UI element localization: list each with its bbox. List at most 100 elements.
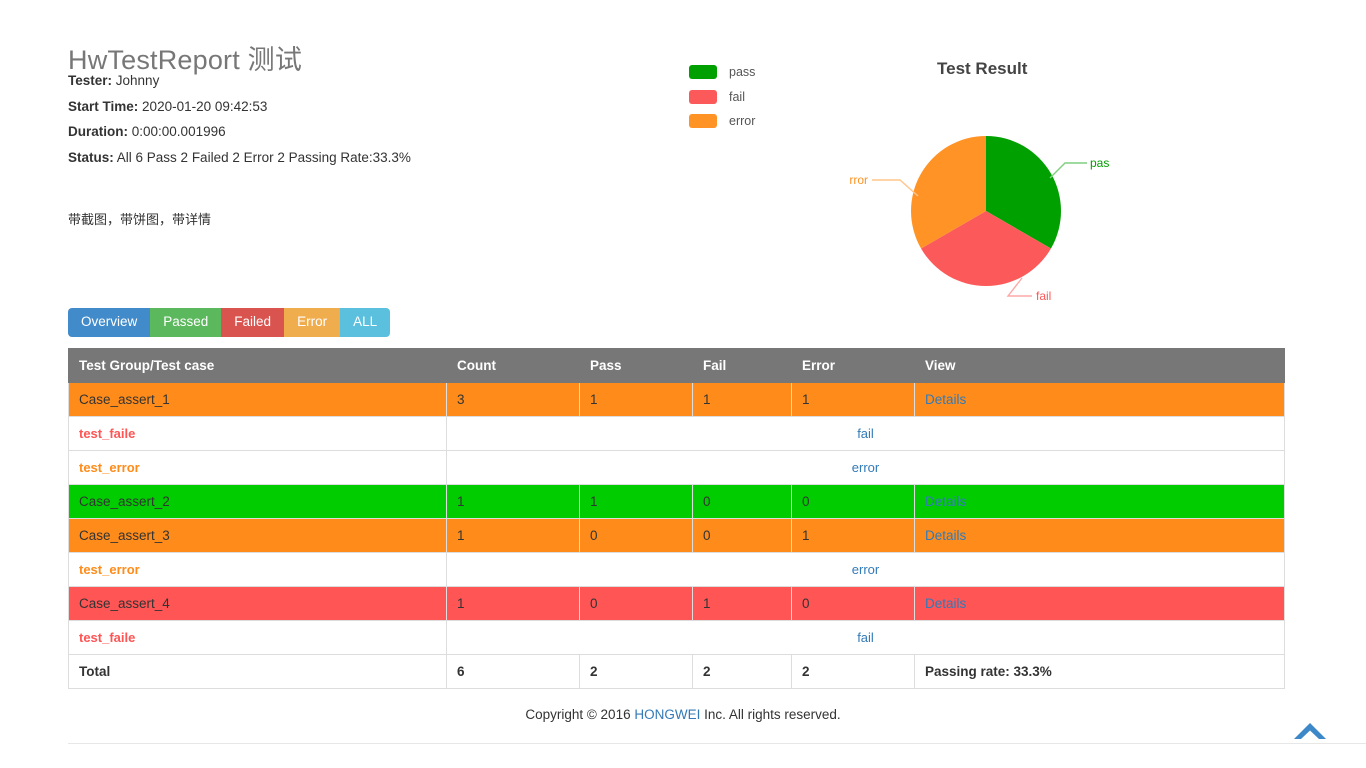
cell-view[interactable]: Details <box>914 382 1285 417</box>
column-header-count: Count <box>446 348 580 383</box>
table-row[interactable]: test_error error <box>68 552 1285 587</box>
cell-subcase-status[interactable]: error <box>446 450 1285 485</box>
meta-start-time-value: 2020-01-20 09:42:53 <box>142 98 268 114</box>
chart-legend: pass fail error <box>689 60 755 134</box>
cell-fail: 1 <box>692 586 792 621</box>
meta-tester-value: Johnny <box>115 73 160 88</box>
tab-overview[interactable]: Overview <box>68 308 151 337</box>
column-header-pass: Pass <box>579 348 693 383</box>
cell-view[interactable]: Details <box>914 586 1285 621</box>
table-total-row: Total 6 2 2 2 Passing rate: 33.3% <box>68 654 1285 689</box>
cell-count: 1 <box>446 518 580 553</box>
legend-label-error: error <box>729 114 756 129</box>
cell-count: 1 <box>446 586 580 621</box>
back-to-top-button[interactable] <box>1293 721 1327 743</box>
tab-error[interactable]: Error <box>284 308 341 337</box>
cell-total-error: 2 <box>791 654 915 689</box>
cell-fail: 1 <box>692 382 792 417</box>
chart-title: Test Result <box>937 59 1028 78</box>
tab-all[interactable]: ALL <box>340 308 391 337</box>
table-row[interactable]: Case_assert_1 3 1 1 1 Details <box>68 382 1285 417</box>
chevron-up-icon[interactable] <box>1293 721 1327 743</box>
cell-error: 0 <box>791 586 915 621</box>
meta-tester-key: Tester: <box>68 73 113 88</box>
cell-count: 1 <box>446 484 580 519</box>
cell-fail: 0 <box>692 518 792 553</box>
pie-label-fail: fail <box>1036 289 1051 303</box>
meta-tester: Tester: Johnny <box>68 68 628 94</box>
legend-item-error: error <box>689 109 755 134</box>
cell-view[interactable]: Details <box>914 518 1285 553</box>
cell-total-pass: 2 <box>579 654 693 689</box>
legend-label-pass: pass <box>729 65 756 80</box>
tab-failed[interactable]: Failed <box>221 308 285 337</box>
legend-swatch-error <box>689 114 717 129</box>
results-table: Test Group/Test case Count Pass Fail Err… <box>68 348 1285 689</box>
legend-item-fail: fail <box>689 85 755 110</box>
table-row[interactable]: Case_assert_2 1 1 0 0 Details <box>68 484 1285 519</box>
cell-subcase-status[interactable]: fail <box>446 416 1285 451</box>
pie-leader-error <box>872 179 919 197</box>
pie-chart: pass fail error <box>850 118 1110 313</box>
table-row[interactable]: test_error error <box>68 450 1285 485</box>
table-row[interactable]: Case_assert_3 1 0 0 1 Details <box>68 518 1285 553</box>
meta-status: Status: All 6 Pass 2 Failed 2 Error 2 Pa… <box>68 145 628 171</box>
results-table-head: Test Group/Test case Count Pass Fail Err… <box>68 348 1285 383</box>
cell-pass: 1 <box>579 382 693 417</box>
results-table-body: Case_assert_1 3 1 1 1 Details test_faile… <box>68 382 1285 689</box>
report-description: 带截图，带饼图，带详情 <box>68 212 212 227</box>
meta-duration-value: 0:00:00.001996 <box>131 124 226 140</box>
cell-total-label: Total <box>68 654 447 689</box>
cell-subcase-name: test_faile <box>68 416 447 451</box>
cell-case-name: Case_assert_2 <box>68 484 447 519</box>
footer-divider <box>68 743 1366 744</box>
pie-label-pass: pass <box>1090 156 1110 170</box>
meta-start-time: Start Time: 2020-01-20 09:42:53 <box>68 94 628 120</box>
cell-total-fail: 2 <box>692 654 792 689</box>
cell-subcase-status[interactable]: error <box>446 552 1285 587</box>
table-row[interactable]: test_faile fail <box>68 416 1285 451</box>
cell-subcase-name: test_error <box>68 450 447 485</box>
legend-swatch-fail <box>689 89 717 104</box>
cell-fail: 0 <box>692 484 792 519</box>
filter-tabs[interactable]: Overview Passed Failed Error ALL <box>68 308 391 337</box>
pie-leader-pass <box>1049 162 1087 179</box>
details-link[interactable]: Details <box>925 392 966 407</box>
cell-error: 1 <box>791 382 915 417</box>
tab-passed[interactable]: Passed <box>150 308 222 337</box>
footer-prefix: Copyright © 2016 <box>525 707 635 722</box>
meta-duration-key: Duration: <box>68 124 128 140</box>
legend-swatch-pass <box>689 65 717 80</box>
cell-total-passing-rate: Passing rate: 33.3% <box>914 654 1285 689</box>
cell-view[interactable]: Details <box>914 484 1285 519</box>
meta-duration: Duration: 0:00:00.001996 <box>68 119 628 145</box>
legend-item-pass: pass <box>689 60 755 85</box>
details-link[interactable]: Details <box>925 528 966 543</box>
footer-suffix: Inc. All rights reserved. <box>700 707 841 722</box>
table-header-row: Test Group/Test case Count Pass Fail Err… <box>68 348 1285 383</box>
cell-pass: 0 <box>579 518 693 553</box>
column-header-testcase: Test Group/Test case <box>68 348 447 383</box>
column-header-error: Error <box>791 348 915 383</box>
column-header-view: View <box>914 348 1285 383</box>
cell-subcase-name: test_error <box>68 552 447 587</box>
cell-total-count: 6 <box>446 654 580 689</box>
cell-subcase-status[interactable]: fail <box>446 620 1285 655</box>
details-link[interactable]: Details <box>925 494 966 509</box>
column-header-fail: Fail <box>692 348 792 383</box>
cell-pass: 1 <box>579 484 693 519</box>
cell-pass: 0 <box>579 586 693 621</box>
cell-error: 0 <box>791 484 915 519</box>
details-link[interactable]: Details <box>925 596 966 611</box>
cell-count: 3 <box>446 382 580 417</box>
cell-case-name: Case_assert_4 <box>68 586 447 621</box>
table-row[interactable]: test_faile fail <box>68 620 1285 655</box>
cell-case-name: Case_assert_1 <box>68 382 447 417</box>
cell-case-name: Case_assert_3 <box>68 518 447 553</box>
cell-subcase-name: test_faile <box>68 620 447 655</box>
footer-company-link[interactable]: HONGWEI <box>634 707 700 722</box>
meta-status-value: All 6 Pass 2 Failed 2 Error 2 Passing Ra… <box>116 149 411 165</box>
footer-copyright: Copyright © 2016 HONGWEI Inc. All rights… <box>0 707 1366 722</box>
table-row[interactable]: Case_assert_4 1 0 1 0 Details <box>68 586 1285 621</box>
meta-status-key: Status: <box>68 149 114 165</box>
